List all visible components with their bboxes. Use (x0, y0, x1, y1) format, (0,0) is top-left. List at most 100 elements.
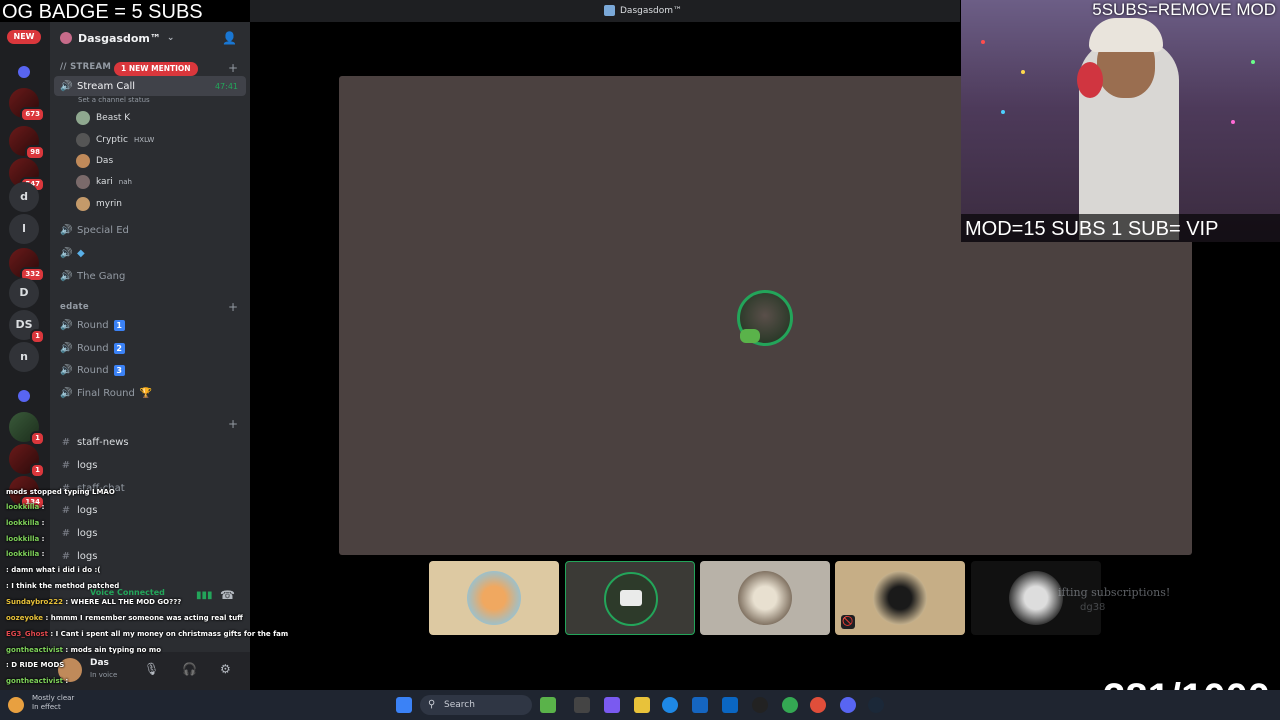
server-folder-icon[interactable] (18, 390, 30, 402)
og-badge-overlay: OG BADGE = 5 SUBS (0, 0, 250, 23)
steam-icon[interactable] (868, 697, 884, 713)
chat-text: I Cant i spent all my money on christmas… (55, 630, 289, 638)
avatar (76, 133, 90, 147)
chat-user: oozeyoke (6, 614, 44, 622)
chat-text: hmmm I remember someone was acting real … (50, 614, 243, 622)
chat-text: D RIDE MODS (11, 661, 65, 669)
chat-message: gontheactivist : mods ain typing no mo (6, 646, 162, 654)
channel-logs[interactable]: # logs (54, 455, 246, 475)
new-mention-pill[interactable]: 1 NEW MENTION (114, 62, 198, 76)
edge-icon[interactable] (662, 697, 678, 713)
channel-round-2[interactable]: 🔊 Round 2 (54, 338, 246, 358)
app-icon[interactable] (604, 697, 620, 713)
unread-badge: 1 (30, 329, 45, 344)
member-name: myrin (96, 199, 122, 209)
server-icon[interactable]: 98 (9, 126, 45, 160)
app-icon (604, 5, 615, 16)
voice-member[interactable]: Beast K (76, 108, 130, 128)
server-icon[interactable]: d (9, 182, 39, 212)
server-icon[interactable]: 332 (9, 248, 45, 282)
webcam-bottom-overlay: MOD=15 SUBS 1 SUB= VIP (961, 214, 1280, 242)
participant-tile[interactable] (565, 561, 695, 635)
server-icon[interactable]: DS 1 (9, 310, 45, 344)
channel-round-3[interactable]: 🔊 Round 3 (54, 360, 246, 380)
hash-icon: # (61, 459, 71, 471)
number-badge: 3 (113, 364, 125, 376)
camera-icon (620, 590, 642, 606)
chat-text: mods ain typing no mo (70, 646, 162, 654)
app-icon[interactable] (752, 697, 768, 713)
server-icon[interactable]: 1 (9, 412, 45, 446)
stream-chat-overlay: mods stopped typing LMAO lookkilla : loo… (0, 484, 320, 694)
channel-gem[interactable]: 🔊 ◆ (54, 243, 246, 263)
channel-stream-call[interactable]: 🔊 Stream Call 47:41 (54, 76, 246, 96)
server-folder-icon[interactable] (18, 66, 30, 78)
guild-name: Dasgasdom™ (78, 31, 161, 45)
store-icon[interactable] (692, 697, 708, 713)
avatar (76, 197, 90, 211)
add-channel-icon[interactable]: + (228, 301, 238, 313)
speaker-icon: 🔊 (60, 270, 73, 282)
file-explorer-icon[interactable] (634, 697, 650, 713)
channel-status-hint[interactable]: Set a channel status (78, 96, 150, 104)
channel-name: staff-news (77, 436, 129, 448)
chat-user: lookkilla (6, 503, 40, 511)
channel-name: Special Ed (77, 224, 129, 236)
weather-widget[interactable]: Mostly clear In effect (32, 694, 74, 712)
chat-text: mods stopped typing LMAO (6, 488, 115, 496)
add-channel-icon[interactable]: + (228, 62, 238, 74)
server-icon[interactable]: l (9, 214, 39, 244)
participant-tile[interactable] (700, 561, 830, 635)
app-icon[interactable] (540, 697, 556, 713)
windows-start-icon[interactable] (396, 697, 412, 713)
task-view-icon[interactable] (574, 697, 590, 713)
chat-message: mods stopped typing LMAO (6, 488, 115, 496)
add-member-icon[interactable]: 👤 (222, 31, 237, 45)
new-badge[interactable]: NEW (7, 30, 41, 44)
search-placeholder: Search (444, 700, 475, 710)
speaker-avatar[interactable] (737, 290, 793, 346)
participant-tile[interactable]: 🚫 (835, 561, 965, 635)
chat-message: : D RIDE MODS (6, 661, 65, 669)
decor-light (1001, 110, 1005, 114)
outlook-icon[interactable] (722, 697, 738, 713)
avatar (76, 154, 90, 168)
chat-message: : damn what i did i do :( (6, 566, 101, 574)
chat-user: gontheactivist (6, 677, 63, 685)
server-icon[interactable]: 1 (9, 444, 45, 478)
server-label: DS (15, 318, 33, 331)
discord-icon[interactable] (840, 697, 856, 713)
channel-special-ed[interactable]: 🔊 Special Ed (54, 220, 246, 240)
member-tag: nah (118, 178, 132, 186)
chrome-icon[interactable] (810, 697, 826, 713)
avatar (738, 571, 792, 625)
voice-member[interactable]: kari nah (76, 172, 132, 192)
sub-alert-overlay: dg38 (1080, 602, 1106, 613)
channel-final-round[interactable]: 🔊 Final Round 🏆 (54, 383, 246, 403)
server-icon[interactable]: D (9, 278, 39, 308)
add-channel-icon[interactable]: + (228, 418, 238, 430)
participant-tile[interactable] (429, 561, 559, 635)
taskbar: Mostly clear In effect ⚲ Search (0, 690, 1280, 720)
decor-light (1251, 60, 1255, 64)
category-stream[interactable]: // STREAM (60, 62, 111, 72)
channel-round-1[interactable]: 🔊 Round 1 (54, 315, 246, 335)
chat-text: WHERE ALL THE MOD GO??? (70, 598, 182, 606)
chrome-icon[interactable] (782, 697, 798, 713)
category-edate[interactable]: edate (60, 302, 89, 312)
decor-light (981, 40, 985, 44)
channel-staff-news[interactable]: # staff-news (54, 432, 246, 452)
server-icon[interactable]: n (9, 342, 39, 372)
weather-icon[interactable] (8, 697, 24, 713)
voice-member[interactable]: Das (76, 151, 113, 171)
member-name: Beast K (96, 113, 131, 123)
guild-header[interactable]: Dasgasdom™ ⌄ 👤 (50, 22, 250, 54)
taskbar-search[interactable]: ⚲ Search (420, 695, 532, 715)
chat-user: lookkilla (6, 535, 40, 543)
voice-member[interactable]: Cryptic HXLW (76, 130, 154, 150)
weather-text: Mostly clear (32, 694, 75, 702)
hash-icon: # (61, 436, 71, 448)
server-icon[interactable]: 673 (9, 88, 45, 122)
voice-member[interactable]: myrin (76, 194, 122, 214)
channel-the-gang[interactable]: 🔊 The Gang (54, 266, 246, 286)
